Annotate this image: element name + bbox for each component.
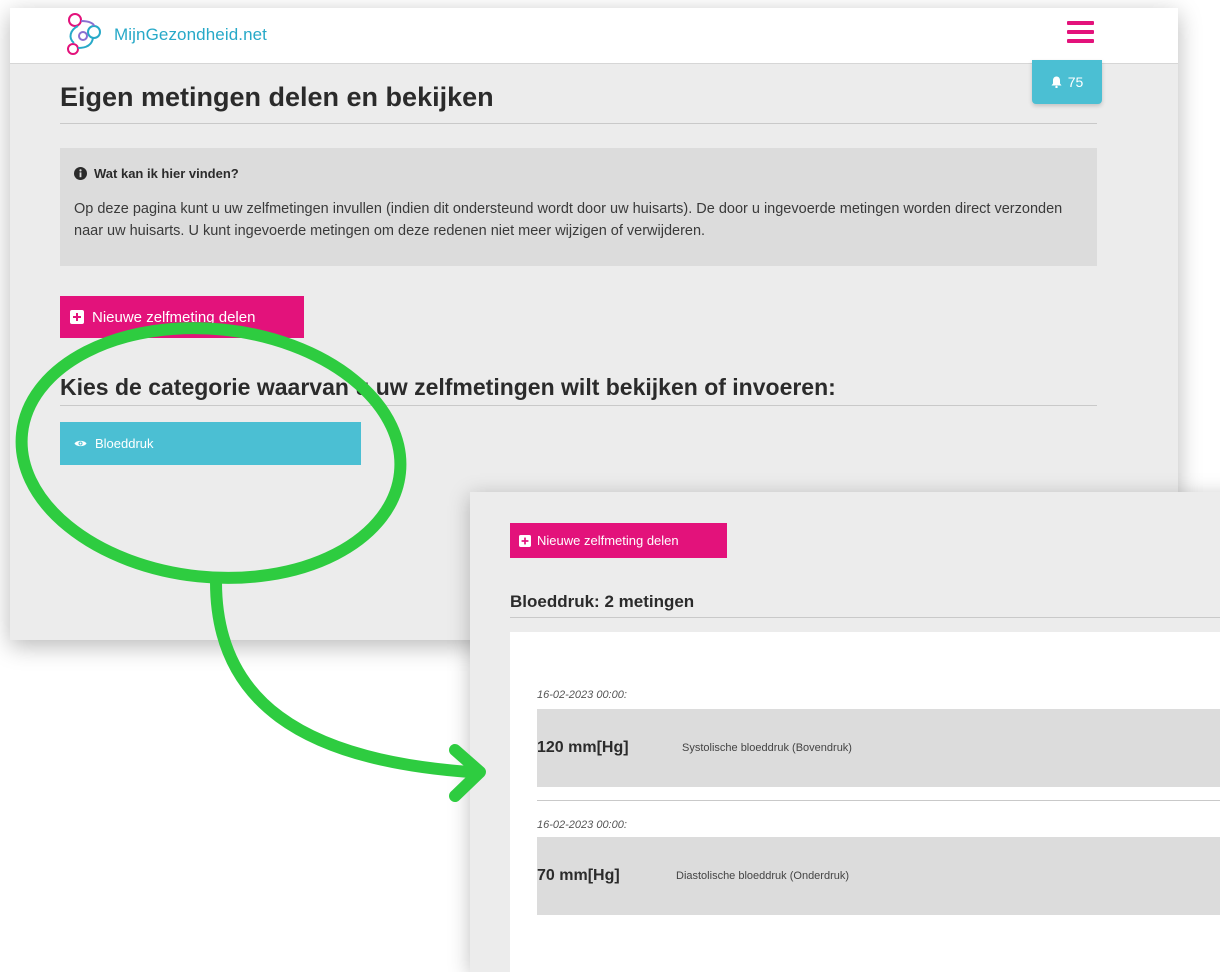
category-divider (60, 405, 1097, 406)
title-divider (60, 123, 1097, 124)
info-circle-icon (74, 167, 87, 180)
logo-icon[interactable] (64, 12, 104, 56)
detail-window: Nieuwe zelfmeting delen Bloeddruk: 2 met… (470, 492, 1220, 972)
top-bar: MijnGezondheid.net (10, 8, 1178, 64)
info-heading: Wat kan ik hier vinden? (74, 166, 1081, 181)
detail-title: Bloeddruk: 2 metingen (510, 592, 695, 611)
plus-square-icon (70, 310, 84, 324)
eye-icon (74, 440, 87, 447)
logo-text[interactable]: MijnGezondheid.net (114, 25, 267, 45)
measurement-value: 70 mm[Hg] (537, 867, 620, 884)
detail-title-divider (510, 617, 1220, 618)
notifications-button[interactable]: 75 (1032, 60, 1102, 104)
measurement-row: 120 mm[Hg] Systolische bloeddruk (Bovend… (537, 709, 1220, 787)
measurement-label: Diastolische bloeddruk (Onderdruk) (676, 870, 850, 882)
info-text: Op deze pagina kunt u uw zelfmetingen in… (74, 201, 1063, 239)
measurement-date: 16-02-2023 00:00: (537, 819, 627, 831)
detail-new-measurement-button[interactable]: Nieuwe zelfmeting delen (510, 523, 727, 558)
measurement-date: 16-02-2023 00:00: (537, 689, 627, 701)
detail-new-measurement-label: Nieuwe zelfmeting delen (537, 533, 679, 548)
category-prompt: Kies de categorie waarvan u uw zelfmetin… (60, 374, 836, 400)
info-box: Wat kan ik hier vinden? Op deze pagina k… (60, 148, 1097, 266)
new-measurement-label: Nieuwe zelfmeting delen (92, 308, 256, 326)
measurement-label: Systolische bloeddruk (Bovendruk) (682, 742, 852, 754)
plus-square-icon (519, 534, 531, 547)
notifications-count: 75 (1067, 74, 1084, 90)
measurement-value: 120 mm[Hg] (537, 739, 629, 756)
hamburger-menu-icon[interactable] (1067, 21, 1094, 43)
category-button-bloeddruk[interactable]: Bloeddruk (60, 422, 361, 465)
info-heading-text: Wat kan ik hier vinden? (94, 166, 239, 181)
new-measurement-button[interactable]: Nieuwe zelfmeting delen (60, 296, 304, 338)
page-title: Eigen metingen delen en bekijken (60, 82, 494, 112)
measurement-row: 70 mm[Hg] Diastolische bloeddruk (Onderd… (537, 837, 1220, 915)
measurement-divider (537, 800, 1220, 801)
category-label: Bloeddruk (95, 436, 154, 451)
measurement-list: 16-02-2023 00:00: 120 mm[Hg] Systolische… (510, 632, 1220, 972)
bell-icon (1051, 76, 1062, 88)
